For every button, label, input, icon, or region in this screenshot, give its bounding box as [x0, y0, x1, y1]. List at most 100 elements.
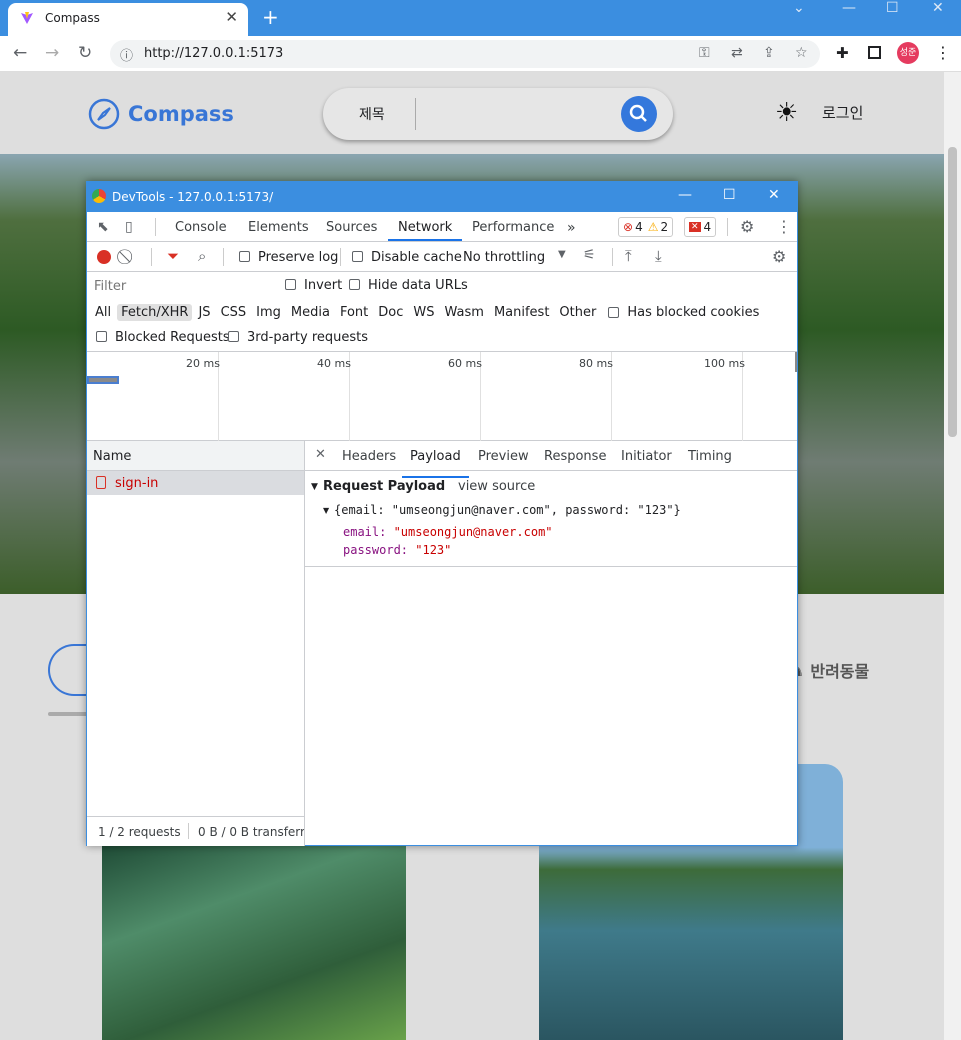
- import-har-icon[interactable]: ⤒: [625, 247, 632, 265]
- translate-icon[interactable]: ⇄: [731, 45, 743, 61]
- network-settings-icon[interactable]: ⚙: [772, 247, 786, 266]
- filter-type-css[interactable]: CSS: [217, 304, 251, 321]
- search-network-icon[interactable]: ⌕: [198, 247, 206, 265]
- maximize-icon[interactable]: ☐: [886, 0, 899, 16]
- search-button[interactable]: [621, 96, 657, 132]
- devtools-maximize-icon[interactable]: ☐: [723, 187, 736, 203]
- filter-input[interactable]: [91, 276, 271, 296]
- expand-object-icon[interactable]: ▼: [323, 506, 329, 515]
- tab-network[interactable]: Network: [388, 212, 463, 241]
- field-value: "123": [415, 543, 452, 557]
- more-tabs-icon[interactable]: »: [567, 220, 576, 236]
- third-party-label: 3rd-party requests: [247, 330, 369, 345]
- hide-data-urls-label: Hide data URLs: [368, 278, 468, 293]
- expand-triangle-icon[interactable]: ▼: [311, 482, 318, 492]
- filter-type-manifest[interactable]: Manifest: [490, 304, 553, 321]
- filter-type-other[interactable]: Other: [555, 304, 600, 321]
- search-bar[interactable]: 제목: [323, 88, 673, 140]
- new-tab-icon[interactable]: +: [262, 5, 279, 29]
- url-text: http://127.0.0.1:5173: [144, 46, 284, 61]
- tab-search-icon[interactable]: ⌄: [793, 0, 805, 16]
- timeline-tick-label: 60 ms: [448, 357, 482, 370]
- filter-type-font[interactable]: Font: [336, 304, 372, 321]
- throttling-select[interactable]: No throttling: [463, 250, 545, 265]
- network-conditions-icon[interactable]: ⚟: [583, 247, 596, 263]
- chevron-down-icon[interactable]: ▼: [558, 249, 566, 260]
- share-icon[interactable]: ⇪: [763, 45, 775, 61]
- tab-preview[interactable]: Preview: [478, 449, 529, 464]
- has-blocked-cookies-label: Has blocked cookies: [627, 304, 760, 320]
- invert-checkbox[interactable]: [285, 279, 296, 290]
- filter-type-doc[interactable]: Doc: [374, 304, 407, 321]
- blocked-requests-checkbox[interactable]: [96, 331, 107, 342]
- has-blocked-cookies-checkbox[interactable]: [608, 306, 620, 318]
- category-pet-button[interactable]: ♞ 반려동물: [790, 658, 869, 682]
- forward-icon[interactable]: →: [45, 43, 59, 63]
- devtools-minimize-icon[interactable]: —: [678, 187, 692, 203]
- login-button[interactable]: 로그인: [822, 102, 863, 123]
- place-card-image[interactable]: [102, 842, 406, 1040]
- tab-sources[interactable]: Sources: [326, 220, 377, 235]
- site-logo[interactable]: Compass: [88, 98, 234, 130]
- tab-performance[interactable]: Performance: [472, 220, 554, 235]
- filter-type-fetch-xhr[interactable]: Fetch/XHR: [117, 303, 193, 321]
- filter-type-wasm[interactable]: Wasm: [441, 304, 488, 321]
- invert-label: Invert: [304, 278, 343, 293]
- tab-response[interactable]: Response: [544, 449, 606, 464]
- payload-object-summary[interactable]: {email: "umseongjun@naver.com", password…: [334, 503, 681, 517]
- tab-initiator[interactable]: Initiator: [621, 449, 672, 464]
- search-category-select[interactable]: 제목: [359, 104, 385, 124]
- site-info-icon[interactable]: ⓘ: [120, 45, 133, 64]
- side-panel-icon[interactable]: [868, 46, 881, 59]
- timeline-handle[interactable]: [795, 352, 797, 372]
- network-timeline-overview[interactable]: 20 ms 40 ms 60 ms 80 ms 100 ms: [87, 352, 797, 441]
- request-row[interactable]: sign-in: [87, 471, 304, 495]
- filter-type-js[interactable]: JS: [194, 304, 214, 321]
- profile-avatar[interactable]: 성준: [897, 42, 919, 64]
- omnibox[interactable]: ⓘ http://127.0.0.1:5173 ⚿ ⇄ ⇪ ☆: [110, 40, 820, 68]
- close-window-icon[interactable]: ✕: [932, 0, 944, 16]
- name-column-header[interactable]: Name: [87, 441, 304, 471]
- preserve-log-checkbox[interactable]: [239, 251, 250, 262]
- browser-menu-icon[interactable]: ⋮: [935, 43, 951, 62]
- payload-section-title[interactable]: Request Payload: [323, 479, 445, 494]
- reload-icon[interactable]: ↻: [78, 43, 92, 63]
- third-party-checkbox[interactable]: [228, 331, 239, 342]
- key-icon[interactable]: ⚿: [699, 45, 710, 61]
- disable-cache-checkbox[interactable]: [352, 251, 363, 262]
- scrollbar-thumb[interactable]: [948, 147, 957, 437]
- tab-elements[interactable]: Elements: [248, 220, 309, 235]
- console-issues-counter[interactable]: ⊗ 4 ⚠ 2: [618, 217, 674, 237]
- filter-icon[interactable]: ⏷: [167, 247, 179, 265]
- browser-tab[interactable]: Compass ✕: [8, 3, 248, 36]
- timeline-tick-label: 40 ms: [317, 357, 351, 370]
- close-tab-icon[interactable]: ✕: [225, 8, 238, 26]
- page-scrollbar[interactable]: [944, 72, 961, 1040]
- tab-console[interactable]: Console: [175, 220, 227, 235]
- theme-toggle-sun-icon[interactable]: ☀: [775, 98, 798, 128]
- hide-data-urls-checkbox[interactable]: [349, 279, 360, 290]
- tab-title: Compass: [45, 11, 100, 25]
- request-error-icon: [96, 476, 106, 489]
- bookmark-star-icon[interactable]: ☆: [795, 45, 808, 61]
- inspect-element-icon[interactable]: ⬉: [97, 219, 109, 235]
- tab-timing[interactable]: Timing: [688, 449, 732, 464]
- settings-gear-icon[interactable]: ⚙: [740, 217, 754, 236]
- tab-headers[interactable]: Headers: [342, 449, 396, 464]
- close-detail-icon[interactable]: ✕: [315, 447, 326, 462]
- issues-counter[interactable]: ✕ 4: [684, 217, 717, 237]
- device-toolbar-icon[interactable]: ▯: [125, 219, 133, 235]
- filter-type-media[interactable]: Media: [287, 304, 334, 321]
- record-icon[interactable]: [97, 250, 111, 264]
- view-source-link[interactable]: view source: [458, 479, 535, 494]
- extensions-icon[interactable]: ✚: [836, 44, 849, 62]
- devtools-close-icon[interactable]: ✕: [768, 187, 780, 203]
- filter-type-all[interactable]: All: [91, 304, 115, 321]
- devtools-menu-icon[interactable]: ⋮: [776, 217, 792, 236]
- export-har-icon[interactable]: ⤓: [655, 247, 662, 265]
- requests-summary-bar: 1 / 2 requests 0 B / 0 B transferr: [87, 816, 304, 846]
- filter-type-img[interactable]: Img: [252, 304, 285, 321]
- filter-type-ws[interactable]: WS: [409, 304, 438, 321]
- minimize-icon[interactable]: —: [842, 0, 856, 16]
- back-icon[interactable]: ←: [13, 43, 27, 63]
